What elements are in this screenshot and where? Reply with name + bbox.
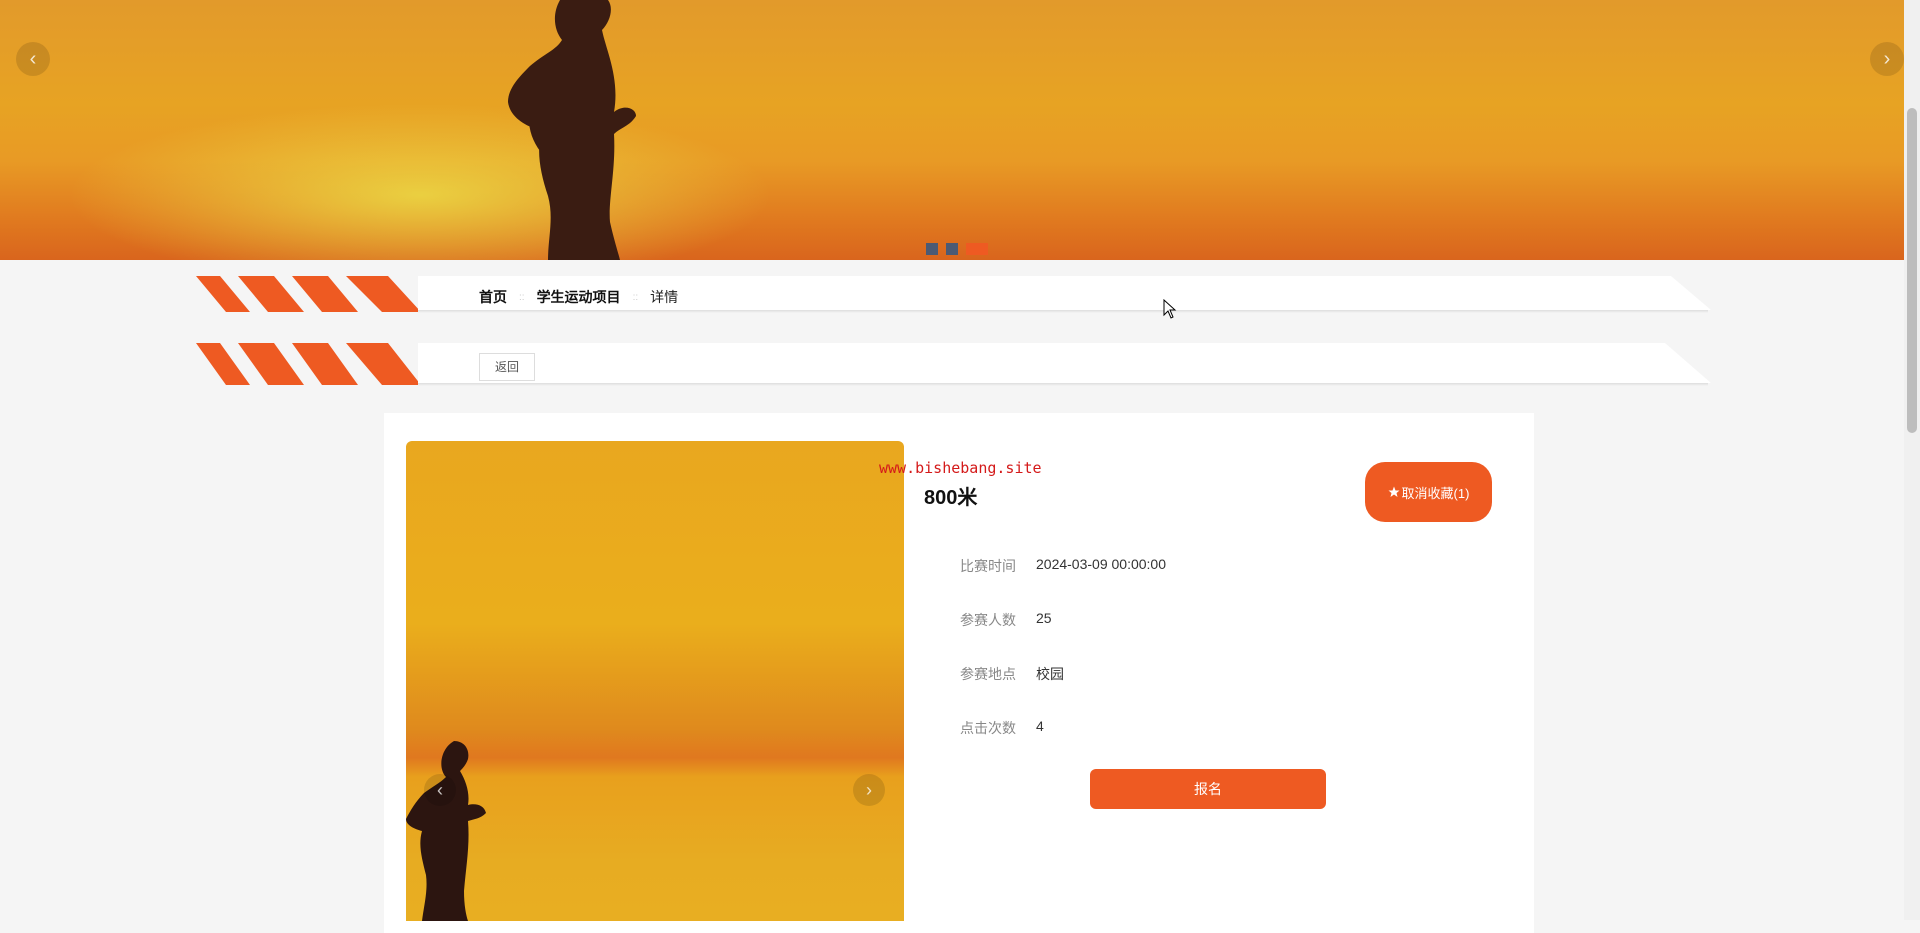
info-label: 比赛时间: [960, 558, 1016, 574]
breadcrumb-category-link[interactable]: 学生运动项目: [537, 287, 621, 307]
signup-button[interactable]: 报名: [1090, 769, 1326, 809]
unfavorite-label: 取消收藏(1): [1401, 485, 1470, 501]
banner-pagination: [926, 243, 988, 255]
banner-dot[interactable]: [946, 243, 958, 255]
mouse-cursor-icon: [1163, 299, 1177, 319]
scrollbar-track[interactable]: [1904, 0, 1920, 920]
info-row-participants: 参赛人数 25: [960, 610, 1052, 630]
item-photo: [406, 441, 904, 921]
gallery-prev-arrow-icon[interactable]: ‹: [424, 774, 456, 806]
hero-banner: ‹ ›: [0, 0, 1904, 260]
breadcrumb-separator: ::: [632, 291, 639, 303]
gallery-next-arrow-icon[interactable]: ›: [853, 774, 885, 806]
breadcrumb-home-link[interactable]: 首页: [479, 287, 507, 307]
info-row-location: 参赛地点 校园: [960, 664, 1064, 684]
info-value: 2024-03-09 00:00:00: [1036, 556, 1166, 572]
runner-silhouette: [406, 741, 486, 921]
banner-next-arrow-icon[interactable]: ›: [1870, 42, 1904, 76]
info-value: 25: [1036, 610, 1052, 626]
stripes-decoration: [196, 343, 421, 385]
stripes-decoration: [196, 276, 421, 312]
star-icon: [1388, 486, 1400, 497]
info-value: 校园: [1036, 666, 1064, 682]
info-value: 4: [1036, 718, 1044, 734]
back-button[interactable]: 返回: [479, 353, 535, 381]
item-title: 800米: [924, 487, 978, 509]
banner-dot-active[interactable]: [966, 243, 988, 255]
info-row-match-time: 比赛时间 2024-03-09 00:00:00: [960, 556, 1166, 576]
breadcrumb-current: 详情: [650, 289, 679, 305]
watermark-text: www.bishebang.site: [879, 459, 1042, 477]
scrollbar-thumb[interactable]: [1907, 108, 1917, 433]
unfavorite-button[interactable]: 取消收藏(1): [1365, 462, 1492, 522]
breadcrumb: 首页 :: 学生运动项目 :: 详情: [479, 287, 678, 307]
banner-dot[interactable]: [926, 243, 938, 255]
info-label: 参赛人数: [960, 612, 1016, 628]
breadcrumb-bar: [196, 276, 1711, 313]
back-bar: [196, 343, 1711, 386]
banner-prev-arrow-icon[interactable]: ‹: [16, 42, 50, 76]
info-label: 参赛地点: [960, 666, 1016, 682]
breadcrumb-separator: ::: [519, 291, 525, 303]
runner-silhouette: [508, 0, 636, 260]
info-row-clicks: 点击次数 4: [960, 718, 1044, 738]
info-label: 点击次数: [960, 720, 1016, 736]
